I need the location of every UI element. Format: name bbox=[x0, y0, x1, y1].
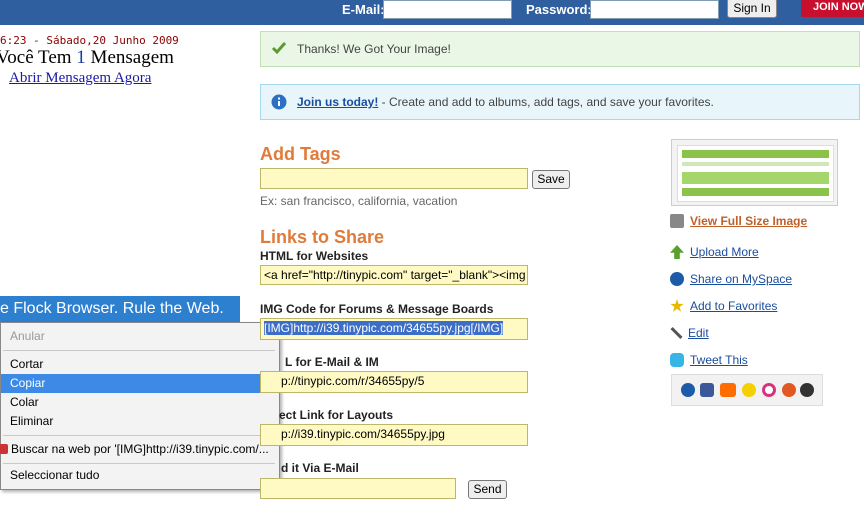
email-field[interactable] bbox=[383, 0, 512, 19]
menu-separator bbox=[3, 350, 275, 351]
send-email-label: d it Via E-Mail bbox=[281, 461, 359, 475]
email-im-label: L for E-Mail & IM bbox=[285, 355, 379, 369]
password-field[interactable] bbox=[590, 0, 719, 19]
html-label: HTML for Websites bbox=[260, 249, 369, 263]
magnify-icon bbox=[670, 214, 684, 228]
sign-in-button[interactable]: Sign In bbox=[727, 0, 777, 18]
info-text: - Create and add to albums, add tags, an… bbox=[378, 95, 714, 109]
open-message-link[interactable]: Abrir Mensagem Agora bbox=[9, 70, 151, 87]
search-engine-icon bbox=[0, 444, 8, 454]
thumbnail-preview bbox=[677, 145, 834, 202]
menu-item-select-all[interactable]: Seleccionar tudo bbox=[1, 466, 277, 485]
menu-item-undo[interactable]: Anular bbox=[1, 327, 277, 346]
edit-link[interactable]: Edit bbox=[670, 326, 709, 340]
menu-item-search-web[interactable]: Buscar na web por '[IMG]http://i39.tinyp… bbox=[0, 440, 277, 459]
menu-separator bbox=[3, 463, 275, 464]
digg-icon[interactable] bbox=[782, 383, 796, 397]
add-tags-heading: Add Tags bbox=[260, 144, 341, 164]
send-email-field[interactable] bbox=[260, 478, 456, 499]
flock-banner[interactable]: e Flock Browser. Rule the Web. bbox=[0, 296, 240, 322]
menu-item-cut[interactable]: Cortar bbox=[1, 355, 277, 374]
top-bar: E-Mail: Password: Sign In JOIN NOW bbox=[0, 0, 864, 25]
info-icon bbox=[271, 94, 287, 110]
links-heading: Links to Share bbox=[260, 227, 385, 247]
message-count-text: Você Tem 1 Mensagem bbox=[0, 47, 174, 68]
checkmark-icon bbox=[271, 42, 287, 55]
join-us-link[interactable]: Join us today! bbox=[297, 95, 378, 109]
upload-more-link[interactable]: Upload More bbox=[670, 245, 759, 259]
send-button[interactable]: Send bbox=[468, 480, 507, 499]
tags-input[interactable] bbox=[260, 168, 528, 189]
add-favorites-link[interactable]: Add to Favorites bbox=[670, 299, 777, 313]
password-label: Password: bbox=[526, 2, 592, 17]
share-myspace-link[interactable]: Share on MySpace bbox=[670, 272, 792, 286]
img-code-field[interactable]: [IMG]http://i39.tinypic.com/34655py.jpg[… bbox=[260, 318, 528, 340]
success-notice: Thanks! We Got Your Image! bbox=[260, 31, 860, 67]
message-count: 1 bbox=[76, 47, 86, 68]
direct-link-field[interactable]: p://i39.tinypic.com/34655py.jpg bbox=[260, 424, 528, 446]
email-im-field[interactable]: p://tinypic.com/r/34655py/5 bbox=[260, 371, 528, 393]
facebook-icon[interactable] bbox=[700, 383, 714, 397]
email-label: E-Mail: bbox=[342, 2, 385, 17]
context-menu: Anular Cortar Copiar Colar Eliminar Busc… bbox=[0, 322, 280, 490]
img-code-label: IMG Code for Forums & Message Boards bbox=[260, 302, 494, 316]
join-now-button[interactable]: JOIN NOW bbox=[801, 0, 864, 17]
upload-arrow-icon bbox=[670, 245, 684, 259]
html-code-field[interactable]: <a href="http://tinypic.com" target="_bl… bbox=[260, 265, 528, 285]
wand-icon bbox=[670, 326, 683, 340]
clock-text: 6:23 - Sábado,20 Junho 2009 bbox=[0, 34, 179, 47]
menu-item-paste[interactable]: Colar bbox=[1, 393, 277, 412]
wordpress-icon[interactable] bbox=[800, 383, 814, 397]
share-icons-bar bbox=[671, 374, 823, 406]
menu-item-copy[interactable]: Copiar bbox=[1, 374, 277, 393]
star-icon bbox=[670, 299, 684, 312]
hi5-icon[interactable] bbox=[720, 383, 736, 397]
info-notice: Join us today! - Create and add to album… bbox=[260, 84, 860, 120]
tweet-link[interactable]: Tweet This bbox=[670, 353, 748, 367]
menu-separator bbox=[3, 435, 275, 436]
success-text: Thanks! We Got Your Image! bbox=[297, 42, 451, 56]
smiley-icon[interactable] bbox=[742, 383, 756, 397]
myspace-icon[interactable] bbox=[681, 383, 695, 397]
direct-link-label: ect Link for Layouts bbox=[279, 408, 394, 422]
twitter-icon bbox=[670, 353, 684, 367]
view-full-size-link[interactable]: View Full Size Image bbox=[670, 214, 807, 228]
myspace-icon bbox=[670, 272, 684, 286]
tags-hint: Ex: san francisco, california, vacation bbox=[260, 194, 458, 208]
orkut-icon[interactable] bbox=[762, 383, 776, 397]
image-thumbnail[interactable] bbox=[671, 139, 838, 206]
save-tags-button[interactable]: Save bbox=[532, 170, 570, 189]
menu-item-delete[interactable]: Eliminar bbox=[1, 412, 277, 431]
